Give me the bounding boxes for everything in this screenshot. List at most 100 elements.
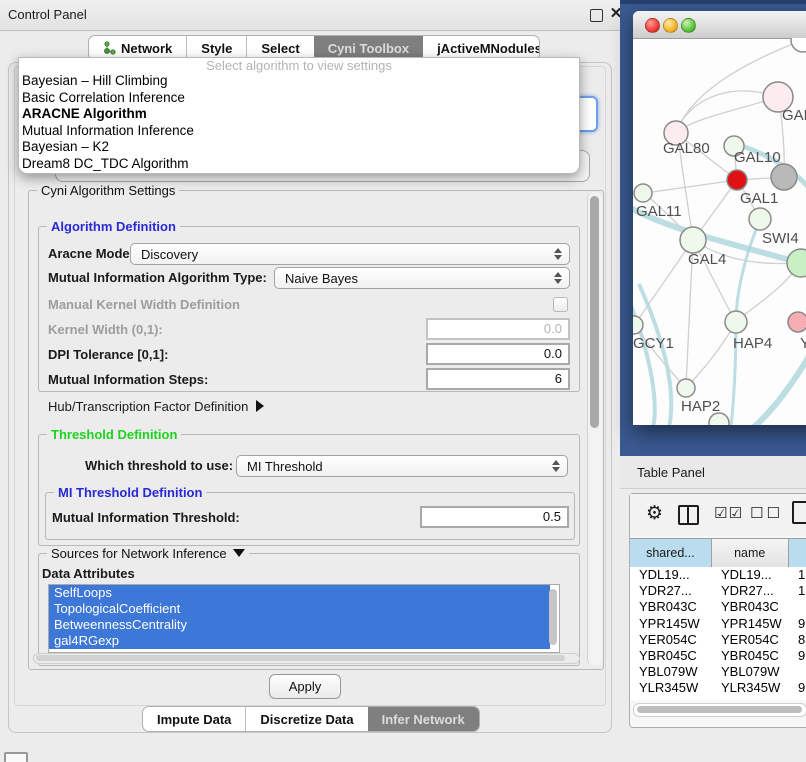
manual-kernel-checkbox[interactable] bbox=[553, 297, 568, 312]
table-row[interactable]: YPR145WYPR145W9. bbox=[630, 616, 806, 632]
network-node-hap4[interactable] bbox=[725, 311, 747, 333]
table-row[interactable]: YLR345WYLR345W9. bbox=[630, 680, 806, 696]
table-cell: YBR045C bbox=[630, 648, 712, 664]
table-row[interactable]: YDR27...YDR27...12 bbox=[630, 583, 806, 599]
table-horizontal-scrollbar[interactable] bbox=[633, 703, 806, 717]
table-row[interactable]: YBR045CYBR045C9. bbox=[630, 648, 806, 664]
network-node[interactable] bbox=[771, 164, 797, 190]
attribute-item-gal4rgexp[interactable]: gal4RGexp bbox=[49, 633, 550, 649]
control-panel-titlebar bbox=[0, 0, 620, 31]
apply-button[interactable]: Apply bbox=[269, 674, 341, 699]
dropdown-item-aracne-algorithm[interactable]: ARACNE Algorithm bbox=[19, 106, 579, 123]
bottom-tab-impute-data-label: Impute Data bbox=[157, 712, 231, 727]
select-all-icon[interactable]: ☑☑ bbox=[714, 504, 743, 522]
float-window-icon[interactable] bbox=[590, 9, 603, 22]
table-row[interactable]: YBL079WYBL079W bbox=[630, 664, 806, 680]
settings-scrollbar-thumb[interactable] bbox=[590, 196, 599, 428]
table-row[interactable]: YDL19...YDL19...13 bbox=[630, 567, 806, 583]
bottom-tab-impute-data[interactable]: Impute Data bbox=[143, 707, 245, 731]
network-icon bbox=[103, 41, 116, 55]
network-window[interactable]: GALGAL80GAL10GAL1GAL11SWI4GAL4GCY1HAP4YH… bbox=[633, 11, 806, 425]
network-node-swi4[interactable] bbox=[749, 208, 771, 230]
network-edge[interactable] bbox=[688, 322, 736, 386]
table-cell: YBL079W bbox=[630, 664, 712, 680]
table-cell: YPR145W bbox=[712, 616, 789, 632]
minimize-traffic-light-icon[interactable] bbox=[663, 18, 678, 33]
network-node-y[interactable] bbox=[788, 312, 806, 332]
close-traffic-light-icon[interactable] bbox=[645, 18, 660, 33]
aracne-mode-combo[interactable]: Discovery bbox=[130, 243, 570, 265]
algorithm-definition-title: Algorithm Definition bbox=[47, 219, 180, 234]
mi-threshold-field[interactable]: 0.5 bbox=[420, 506, 569, 528]
attribute-item-topologicalcoefficient[interactable]: TopologicalCoefficient bbox=[49, 601, 550, 617]
network-node[interactable] bbox=[787, 249, 806, 277]
bottom-tab-infer-network[interactable]: Infer Network bbox=[368, 707, 479, 731]
network-node-gal11[interactable] bbox=[634, 184, 652, 202]
column-header-name[interactable]: name bbox=[712, 538, 789, 568]
table-cell: YBL079W bbox=[712, 664, 789, 680]
deselect-all-icon[interactable]: ☐☐ bbox=[750, 504, 783, 522]
network-node[interactable] bbox=[791, 38, 806, 52]
network-edge[interactable] bbox=[635, 240, 693, 324]
network-node-label: GAL1 bbox=[740, 190, 778, 207]
network-node-label: GAL11 bbox=[636, 203, 682, 220]
table-row[interactable]: YBR043CYBR043C bbox=[630, 599, 806, 615]
table-row[interactable]: YIL052CYIL052C8. bbox=[630, 697, 806, 701]
column-header-shared[interactable]: shared... bbox=[630, 538, 712, 568]
tab-jactivemnodules-label: jActiveMNodules bbox=[437, 41, 540, 56]
attribute-item-betweennesscentrality[interactable]: BetweennessCentrality bbox=[49, 617, 550, 633]
network-node-label: HAP4 bbox=[733, 335, 772, 352]
network-canvas[interactable]: GALGAL80GAL10GAL1GAL11SWI4GAL4GCY1HAP4YH… bbox=[633, 38, 806, 425]
settings-horizontal-scrollbar[interactable] bbox=[33, 653, 580, 664]
network-window-titlebar[interactable] bbox=[633, 11, 806, 39]
attribute-item-selfloops[interactable]: SelfLoops bbox=[49, 585, 550, 601]
file-icon[interactable] bbox=[792, 501, 806, 524]
dpi-tolerance-field[interactable]: 0.0 bbox=[426, 343, 570, 365]
mi-steps-field[interactable]: 6 bbox=[426, 368, 570, 390]
which-threshold-combo[interactable]: MI Threshold bbox=[236, 455, 568, 477]
table-hscrollbar-thumb[interactable] bbox=[637, 706, 802, 713]
network-node-label: GAL4 bbox=[688, 251, 726, 268]
hub-section-toggle[interactable]: Hub/Transcription Factor Definition bbox=[48, 399, 264, 414]
settings-vertical-scrollbar[interactable] bbox=[587, 192, 602, 666]
kernel-width-field[interactable]: 0.0 bbox=[426, 318, 570, 340]
expanded-arrow-icon bbox=[233, 549, 245, 557]
which-threshold-label: Which threshold to use: bbox=[85, 458, 233, 473]
sources-group-title[interactable]: Sources for Network Inference bbox=[47, 546, 249, 561]
data-attributes-list[interactable]: SelfLoopsTopologicalCoefficientBetweenne… bbox=[48, 584, 560, 653]
mi-type-value: Naive Bayes bbox=[285, 271, 358, 286]
dropdown-item-bayesian-hill-climbing[interactable]: Bayesian – Hill Climbing bbox=[19, 73, 579, 90]
columns-icon[interactable] bbox=[678, 505, 699, 525]
bottom-tabs: Impute Data Discretize DataInfer Network bbox=[142, 706, 480, 732]
mi-type-label: Mutual Information Algorithm Type: bbox=[48, 270, 267, 285]
gear-icon[interactable]: ⚙ bbox=[646, 502, 663, 524]
table-cell: 13 bbox=[789, 567, 806, 583]
dropdown-item-bayesian-k2[interactable]: Bayesian – K2 bbox=[19, 139, 579, 156]
which-threshold-value: MI Threshold bbox=[247, 459, 323, 474]
table-cell bbox=[789, 664, 806, 680]
mi-type-combo[interactable]: Naive Bayes bbox=[274, 267, 570, 289]
network-node-gal4[interactable] bbox=[680, 227, 706, 253]
table-cell: YER054C bbox=[712, 632, 789, 648]
hscrollbar-thumb[interactable] bbox=[36, 655, 565, 661]
table-row[interactable]: YER054CYER054C8. bbox=[630, 632, 806, 648]
combo-stepper-icon bbox=[554, 248, 562, 260]
network-node-gal1[interactable] bbox=[727, 170, 747, 190]
network-edge[interactable] bbox=[739, 265, 799, 319]
column-header-a[interactable]: A bbox=[789, 538, 806, 568]
table-cell: YDL19... bbox=[630, 567, 712, 583]
network-node-hap2[interactable] bbox=[677, 379, 695, 397]
dropdown-item-dream8-dc-tdc-algorithm[interactable]: Dream8 DC_TDC Algorithm bbox=[19, 156, 579, 173]
mi-steps-label: Mutual Information Steps: bbox=[48, 372, 208, 387]
bottom-tab-discretize-data[interactable]: Discretize Data bbox=[245, 707, 367, 731]
zoom-traffic-light-icon[interactable] bbox=[681, 18, 696, 33]
dropdown-item-mutual-information-inference[interactable]: Mutual Information Inference bbox=[19, 123, 579, 140]
list-scrollbar-thumb[interactable] bbox=[549, 589, 557, 645]
minimized-panel-icon[interactable] bbox=[4, 752, 28, 762]
algorithm-dropdown-items: Bayesian – Hill ClimbingBasic Correlatio… bbox=[19, 73, 579, 172]
network-edge[interactable] bbox=[645, 180, 737, 193]
dropdown-item-basic-correlation-inference[interactable]: Basic Correlation Inference bbox=[19, 90, 579, 107]
table-cell: 8. bbox=[789, 697, 806, 701]
table-panel-title: Table Panel bbox=[637, 465, 705, 480]
data-attributes-label: Data Attributes bbox=[42, 566, 135, 581]
